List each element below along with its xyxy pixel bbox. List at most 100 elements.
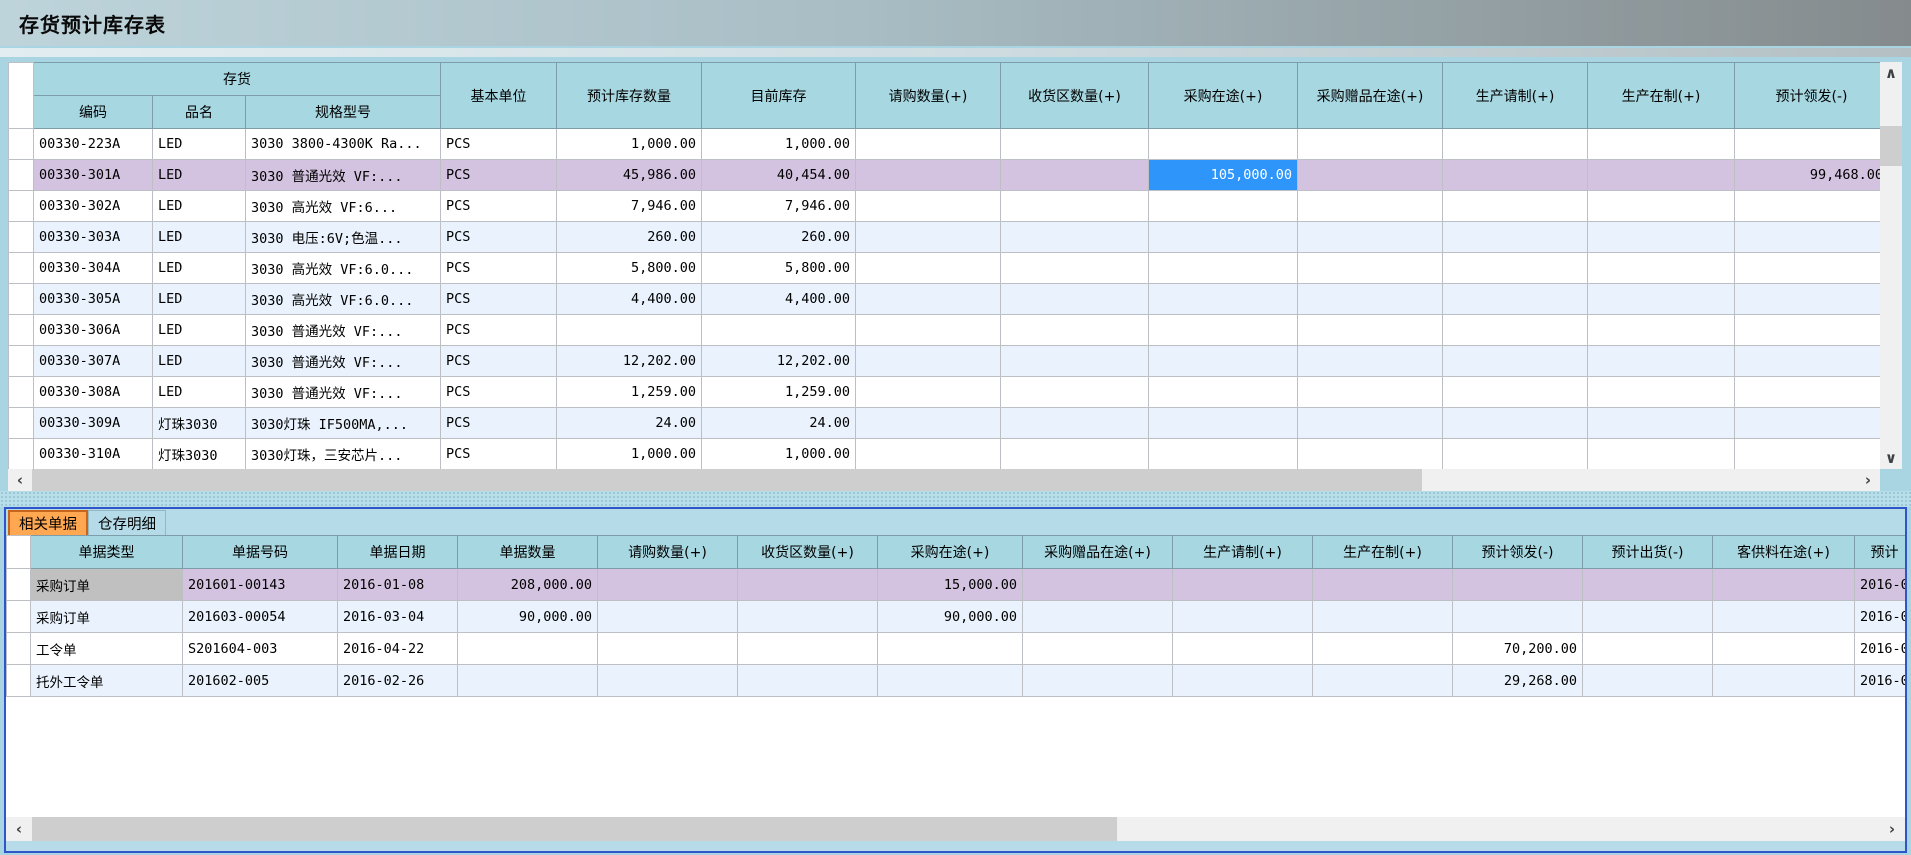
inventory-cell[interactable]: 3030 普通光效 VF:...	[246, 160, 441, 191]
scroll-right-arrow-icon[interactable]: ›	[1879, 817, 1905, 841]
inventory-cell[interactable]	[1149, 191, 1298, 222]
inventory-cell[interactable]	[1298, 284, 1443, 315]
inventory-cell[interactable]	[1735, 408, 1881, 439]
column-header-in-production[interactable]: 生产在制(+)	[1313, 536, 1453, 569]
inventory-cell[interactable]: 12,202.00	[702, 346, 856, 377]
inventory-cell[interactable]	[1001, 284, 1149, 315]
column-header-gift-transit[interactable]: 采购赠品在途(+)	[1298, 63, 1443, 129]
inventory-cell[interactable]	[1149, 284, 1298, 315]
inventory-cell[interactable]: LED	[153, 253, 246, 284]
inventory-cell[interactable]: 12,202.00	[557, 346, 702, 377]
inventory-cell[interactable]	[1298, 439, 1443, 470]
table-row[interactable]: 工令单S201604-0032016-04-2270,200.002016-0	[7, 633, 1906, 665]
document-cell[interactable]	[1453, 601, 1583, 633]
horizontal-scrollbar[interactable]: ‹ ›	[6, 817, 1905, 841]
inventory-cell[interactable]	[1443, 160, 1588, 191]
document-cell[interactable]: 201602-005	[183, 665, 338, 697]
column-header-spec[interactable]: 规格型号	[246, 96, 441, 129]
inventory-cell[interactable]	[1588, 315, 1735, 346]
inventory-cell[interactable]: PCS	[441, 222, 557, 253]
inventory-cell[interactable]	[1735, 377, 1881, 408]
inventory-cell[interactable]	[856, 191, 1001, 222]
table-row[interactable]: 00330-306ALED3030 普通光效 VF:...PCS	[9, 315, 1881, 346]
inventory-cell[interactable]: PCS	[441, 160, 557, 191]
column-header-current-stock[interactable]: 目前库存	[702, 63, 856, 129]
inventory-cell[interactable]	[1149, 439, 1298, 470]
inventory-cell[interactable]	[1298, 253, 1443, 284]
document-cell[interactable]	[1583, 601, 1713, 633]
inventory-cell[interactable]	[1588, 253, 1735, 284]
inventory-cell[interactable]	[856, 253, 1001, 284]
horizontal-scrollbar[interactable]: ‹ ›	[8, 469, 1880, 491]
row-indicator[interactable]	[9, 222, 34, 253]
inventory-cell[interactable]	[1149, 222, 1298, 253]
inventory-cell[interactable]: PCS	[441, 284, 557, 315]
document-cell[interactable]	[458, 665, 598, 697]
document-cell[interactable]: 201601-00143	[183, 569, 338, 601]
inventory-cell[interactable]: 00330-310A	[34, 439, 153, 470]
column-header-requisition-qty[interactable]: 请购数量(+)	[856, 63, 1001, 129]
inventory-cell[interactable]	[1298, 129, 1443, 160]
document-cell[interactable]: 2016-0	[1855, 601, 1906, 633]
document-cell[interactable]: 托外工令单	[31, 665, 183, 697]
column-header-forecast-qty[interactable]: 预计库存数量	[557, 63, 702, 129]
document-cell[interactable]: 2016-03-04	[338, 601, 458, 633]
inventory-cell[interactable]: 00330-304A	[34, 253, 153, 284]
column-header-gift-transit[interactable]: 采购赠品在途(+)	[1023, 536, 1173, 569]
inventory-cell[interactable]	[1443, 253, 1588, 284]
table-row[interactable]: 00330-310A灯珠30303030灯珠，三安芯片...PCS1,000.0…	[9, 439, 1881, 470]
column-header-name[interactable]: 品名	[153, 96, 246, 129]
document-cell[interactable]	[1713, 569, 1855, 601]
inventory-cell[interactable]	[1001, 222, 1149, 253]
inventory-cell[interactable]	[1298, 222, 1443, 253]
table-row[interactable]: 00330-309A灯珠30303030灯珠 IF500MA,...PCS24.…	[9, 408, 1881, 439]
inventory-cell[interactable]	[1443, 346, 1588, 377]
inventory-cell[interactable]: LED	[153, 315, 246, 346]
inventory-cell[interactable]: 00330-302A	[34, 191, 153, 222]
inventory-cell[interactable]	[1588, 284, 1735, 315]
inventory-cell[interactable]	[856, 408, 1001, 439]
document-cell[interactable]	[1583, 633, 1713, 665]
inventory-cell[interactable]: 灯珠3030	[153, 439, 246, 470]
document-cell[interactable]: 采购订单	[31, 569, 183, 601]
inventory-cell[interactable]: 7,946.00	[702, 191, 856, 222]
inventory-cell[interactable]	[856, 439, 1001, 470]
inventory-cell[interactable]	[1001, 160, 1149, 191]
document-cell[interactable]: 2016-0	[1855, 665, 1906, 697]
document-cell[interactable]	[878, 633, 1023, 665]
column-header-receiving-qty[interactable]: 收货区数量(+)	[1001, 63, 1149, 129]
document-cell[interactable]: 90,000.00	[878, 601, 1023, 633]
inventory-cell[interactable]: 105,000.00	[1149, 160, 1298, 191]
inventory-cell[interactable]	[1149, 346, 1298, 377]
row-indicator[interactable]	[7, 633, 31, 665]
document-cell[interactable]	[738, 569, 878, 601]
inventory-cell[interactable]: 3030 高光效 VF:6.0...	[246, 284, 441, 315]
inventory-cell[interactable]: LED	[153, 346, 246, 377]
inventory-cell[interactable]	[1735, 129, 1881, 160]
inventory-cell[interactable]: 00330-306A	[34, 315, 153, 346]
inventory-cell[interactable]	[1001, 315, 1149, 346]
inventory-cell[interactable]: LED	[153, 284, 246, 315]
document-cell[interactable]: 208,000.00	[458, 569, 598, 601]
inventory-cell[interactable]	[1588, 191, 1735, 222]
inventory-cell[interactable]: 00330-309A	[34, 408, 153, 439]
inventory-cell[interactable]	[1443, 377, 1588, 408]
scroll-right-arrow-icon[interactable]: ›	[1856, 469, 1880, 491]
inventory-cell[interactable]	[557, 315, 702, 346]
column-header-purchase-transit[interactable]: 采购在途(+)	[1149, 63, 1298, 129]
document-cell[interactable]: 采购订单	[31, 601, 183, 633]
document-cell[interactable]: 201603-00054	[183, 601, 338, 633]
document-cell[interactable]	[1173, 665, 1313, 697]
inventory-cell[interactable]	[856, 377, 1001, 408]
document-cell[interactable]	[1173, 633, 1313, 665]
row-indicator[interactable]	[9, 284, 34, 315]
table-row[interactable]: 采购订单201601-001432016-01-08208,000.0015,0…	[7, 569, 1906, 601]
table-row[interactable]: 00330-302ALED3030 高光效 VF:6...PCS7,946.00…	[9, 191, 1881, 222]
document-cell[interactable]	[738, 633, 878, 665]
inventory-cell[interactable]	[1298, 377, 1443, 408]
document-cell[interactable]: 2016-01-08	[338, 569, 458, 601]
inventory-cell[interactable]: LED	[153, 377, 246, 408]
inventory-cell[interactable]: 灯珠3030	[153, 408, 246, 439]
inventory-cell[interactable]	[1298, 408, 1443, 439]
inventory-cell[interactable]: 3030 高光效 VF:6...	[246, 191, 441, 222]
